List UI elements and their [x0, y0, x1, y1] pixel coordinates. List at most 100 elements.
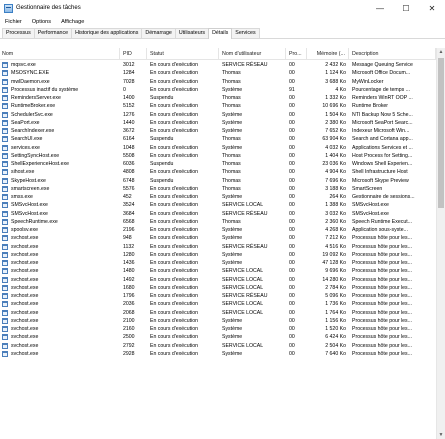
table-row[interactable]: svchost.exe 2928 En cours d'exécution Systè… — [0, 350, 436, 358]
process-status: En cours d'exécution — [150, 185, 198, 192]
table-row[interactable]: svchost.exe 1796 En cours d'exécution SERVI… — [0, 292, 436, 300]
table-row[interactable]: SpeechRuntime.exe 6568 En cours d'exécutio… — [0, 218, 436, 226]
process-memory: 1 388 Ko — [325, 202, 346, 209]
process-user: Système — [222, 128, 243, 134]
column-header-status[interactable]: Statut — [147, 47, 219, 60]
title-bar[interactable]: Gestionnaire des tâches — ☐ ✕ — [0, 0, 445, 16]
process-pid: 1284 — [123, 70, 135, 77]
process-user: Thomas — [222, 152, 241, 159]
process-cpu: 00 — [289, 268, 295, 275]
table-row[interactable]: smartscreen.exe 5576 En cours d'exécution T… — [0, 185, 436, 193]
process-cpu: 00 — [289, 119, 295, 126]
scroll-thumb[interactable] — [438, 58, 444, 208]
table-row[interactable]: svchost.exe 2100 En cours d'exécution Systè… — [0, 317, 436, 325]
table-row[interactable]: RuntimeBroker.exe 5152 En cours d'exécutio… — [0, 102, 436, 110]
table-row[interactable]: SeaPort.exe 1440 En cours d'exécution Systè… — [0, 119, 436, 127]
table-row[interactable]: svchost.exe 948 En cours d'exécution Systèm… — [0, 234, 436, 242]
column-header-description[interactable]: Description — [349, 47, 436, 60]
process-status: En cours d'exécution — [150, 309, 198, 316]
table-row[interactable]: SMSvcHost.exe 3524 En cours d'exécution SER… — [0, 201, 436, 209]
process-user: Thomas — [222, 169, 241, 176]
details-table-body: mqsvc.exe 3012 En cours d'exécution SERVICE… — [0, 61, 436, 439]
process-user: Thomas — [222, 136, 241, 143]
table-row[interactable]: svchost.exe 2500 En cours d'exécution Systè… — [0, 333, 436, 341]
column-header-user[interactable]: Nom d'utilisateur — [219, 47, 286, 60]
table-row[interactable]: RemindersServer.exe 1400 Suspendu Thomas 00 1… — [0, 94, 436, 102]
table-row[interactable]: svchost.exe 2036 En cours d'exécution SERVI… — [0, 300, 436, 308]
process-memory: 19 092 Ko — [322, 251, 346, 258]
tab-performance[interactable]: Performance — [33, 28, 73, 38]
process-memory: 3 032 Ko — [325, 210, 346, 217]
process-status: En cours d'exécution — [150, 326, 198, 332]
scroll-down-icon[interactable]: ▼ — [437, 431, 445, 439]
table-row[interactable]: sihost.exe 4808 En cours d'exécution Thomas… — [0, 168, 436, 176]
process-name: sihost.exe — [0, 168, 120, 176]
table-row[interactable]: mqsvc.exe 3012 En cours d'exécution SERVICE… — [0, 61, 436, 69]
table-row[interactable]: ShellExperienceHost.exe 6036 Suspendu Thoma… — [0, 160, 436, 168]
process-user: Thomas — [222, 218, 241, 225]
process-user: SERVICE LOCAL — [222, 301, 264, 308]
process-icon — [2, 284, 8, 291]
minimize-button[interactable]: — — [367, 0, 393, 16]
table-row[interactable]: spoolsv.exe 2196 En cours d'exécution Systè… — [0, 226, 436, 234]
table-row[interactable]: svchost.exe 1132 En cours d'exécution SERVI… — [0, 243, 436, 251]
menu-affichage[interactable]: Affichage — [56, 19, 89, 25]
table-row[interactable]: SMSvcHost.exe 3684 En cours d'exécution SER… — [0, 210, 436, 218]
table-row[interactable]: smss.exe 452 En cours d'exécution Système 00… — [0, 193, 436, 201]
tab-processus[interactable]: Processus — [2, 28, 35, 38]
process-name-label: svchost.exe — [11, 342, 39, 349]
table-row[interactable]: svchost.exe 1280 En cours d'exécution Systè… — [0, 251, 436, 259]
process-cpu: 00 — [289, 326, 295, 332]
process-memory: 1 156 Ko — [325, 317, 346, 324]
tab-details[interactable]: Détails — [208, 28, 233, 39]
process-pid: 2792 — [123, 342, 135, 349]
process-icon — [2, 326, 8, 333]
process-name-label: smartscreen.exe — [11, 185, 50, 192]
process-icon — [2, 103, 8, 110]
process-name: spoolsv.exe — [0, 226, 120, 234]
maximize-button[interactable]: ☐ — [393, 0, 419, 16]
process-user: Système — [222, 334, 243, 341]
process-name-label: ShellExperienceHost.exe — [11, 161, 69, 167]
process-icon — [2, 70, 8, 77]
vertical-scrollbar[interactable]: ▲ ▼ — [436, 48, 445, 439]
table-row[interactable]: svchost.exe 1480 En cours d'exécution SERVI… — [0, 267, 436, 275]
close-button[interactable]: ✕ — [419, 0, 445, 16]
table-row[interactable]: svchost.exe 1492 En cours d'exécution SERVI… — [0, 276, 436, 284]
table-row[interactable]: SkypeHost.exe 6748 Suspendu Thomas 00 7 696 K… — [0, 177, 436, 185]
process-memory: 1 520 Ko — [325, 326, 346, 332]
tab-utilisateurs[interactable]: Utilisateurs — [174, 28, 210, 38]
table-row[interactable]: services.exe 1048 En cours d'exécution Syst… — [0, 144, 436, 152]
column-header-name[interactable]: Nom — [0, 47, 120, 60]
process-description: Processus hôte pour les... — [352, 326, 412, 332]
process-memory: 3 188 Ko — [325, 185, 346, 192]
process-memory: 4 Ko — [335, 86, 346, 93]
process-user: Système — [222, 119, 243, 126]
table-row[interactable]: SearchUI.exe 6164 Suspendu Thomas 00 63 904 K… — [0, 135, 436, 143]
table-row[interactable]: svchost.exe 1436 En cours d'exécution Systè… — [0, 259, 436, 267]
tab-historique[interactable]: Historique des applications — [71, 28, 143, 38]
column-header-cpu[interactable]: Pro... — [286, 47, 307, 60]
process-memory: 2 360 Ko — [325, 218, 346, 225]
menu-fichier[interactable]: Fichier — [0, 19, 27, 25]
table-row[interactable]: mwlDaemon.exe 7028 En cours d'exécution Tho… — [0, 78, 436, 86]
table-row[interactable]: SchedulerSvc.exe 1276 En cours d'exécution… — [0, 111, 436, 119]
process-icon — [2, 78, 8, 85]
column-header-pid[interactable]: PID — [120, 47, 147, 60]
menu-options[interactable]: Options — [27, 19, 56, 25]
table-row[interactable]: MSOSYNC.EXE 1284 En cours d'exécution Thoma… — [0, 69, 436, 77]
table-row[interactable]: Processus inactif du système 0 En cours d'… — [0, 86, 436, 94]
process-description: Processus hôte pour les... — [352, 276, 412, 283]
process-pid: 452 — [123, 194, 132, 200]
table-row[interactable]: SettingSyncHost.exe 5508 En cours d'exécut… — [0, 152, 436, 160]
table-row[interactable]: svchost.exe 2160 En cours d'exécution Systè… — [0, 325, 436, 333]
table-row[interactable]: svchost.exe 2068 En cours d'exécution SERVI… — [0, 309, 436, 317]
scroll-up-icon[interactable]: ▲ — [437, 48, 445, 56]
table-row[interactable]: svchost.exe 2792 En cours d'exécution SERVI… — [0, 342, 436, 350]
process-description: Microsoft Skype Preview — [352, 177, 409, 184]
tab-demarrage[interactable]: Démarrage — [141, 28, 176, 38]
table-row[interactable]: svchost.exe 1680 En cours d'exécution SERVI… — [0, 284, 436, 292]
table-row[interactable]: SearchIndexer.exe 3672 En cours d'exécutio… — [0, 127, 436, 135]
column-header-memory[interactable]: Mémoire (... — [307, 47, 349, 60]
tab-services[interactable]: Services — [231, 28, 260, 38]
